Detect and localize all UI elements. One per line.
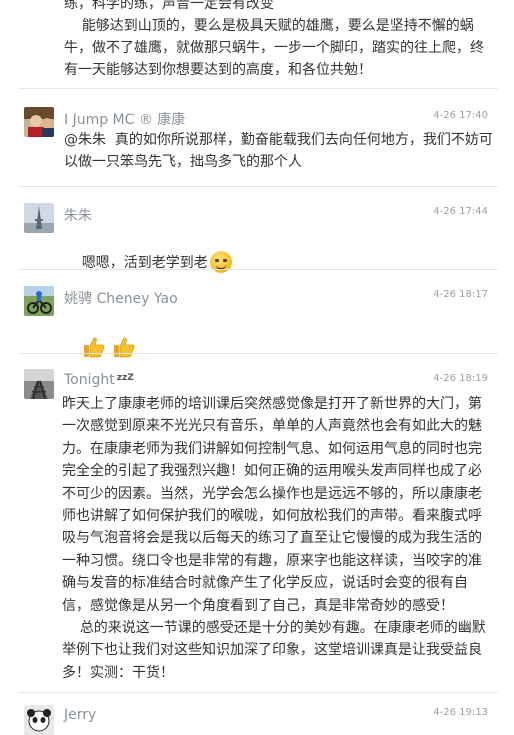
panda-avatar[interactable] [24, 705, 54, 735]
thumbs-up-emoji [83, 337, 105, 358]
comment-text: @朱朱 真的如你所说那样，勤奋能载我们去向任何地方，我们不妨可以做一只笨鸟先飞，… [64, 132, 493, 170]
comment-author[interactable]: Jerry [64, 707, 96, 723]
post-body-continuation: 练，科学的练，声音一定会有改变 能够达到山顶的，要么是极具天赋的雄鹰，要么是坚持… [64, 0, 484, 78]
divider [18, 186, 498, 187]
eiffel-tower-avatar[interactable] [24, 203, 54, 233]
comment-author[interactable]: 朱朱 [64, 205, 92, 225]
divider [18, 692, 498, 693]
comment-author[interactable]: I Jump MC ® 康康 [64, 109, 185, 129]
comment-time: 4-26 17:44 [433, 206, 488, 217]
railway-avatar[interactable] [24, 369, 54, 399]
divider [18, 269, 498, 270]
divider [18, 88, 498, 89]
comment-author[interactable]: 姚骋 Cheney Yao [64, 288, 178, 308]
comment-time: 4-26 19:13 [433, 707, 488, 718]
sleep-zzz-icon: zzZ [116, 373, 134, 383]
comment-author[interactable]: Tonight zzZ [64, 372, 134, 388]
comment-text: 嗯嗯，活到老学到老 [64, 229, 494, 296]
comment-author-name: Tonight [64, 372, 115, 388]
comment-time: 4-26 18:19 [433, 373, 488, 384]
divider [18, 353, 498, 354]
thumbs-up-emoji [113, 337, 135, 358]
cyclist-avatar[interactable] [24, 286, 54, 316]
comment-time: 4-26 18:17 [433, 289, 488, 300]
user-avatar-photo[interactable] [24, 107, 54, 137]
comment-time: 4-26 17:40 [433, 110, 488, 121]
comment-text: 昨天上了康康老师的培训课后突然感觉像是打开了新世界的大门，第一次感觉到原来不光光… [62, 396, 486, 681]
